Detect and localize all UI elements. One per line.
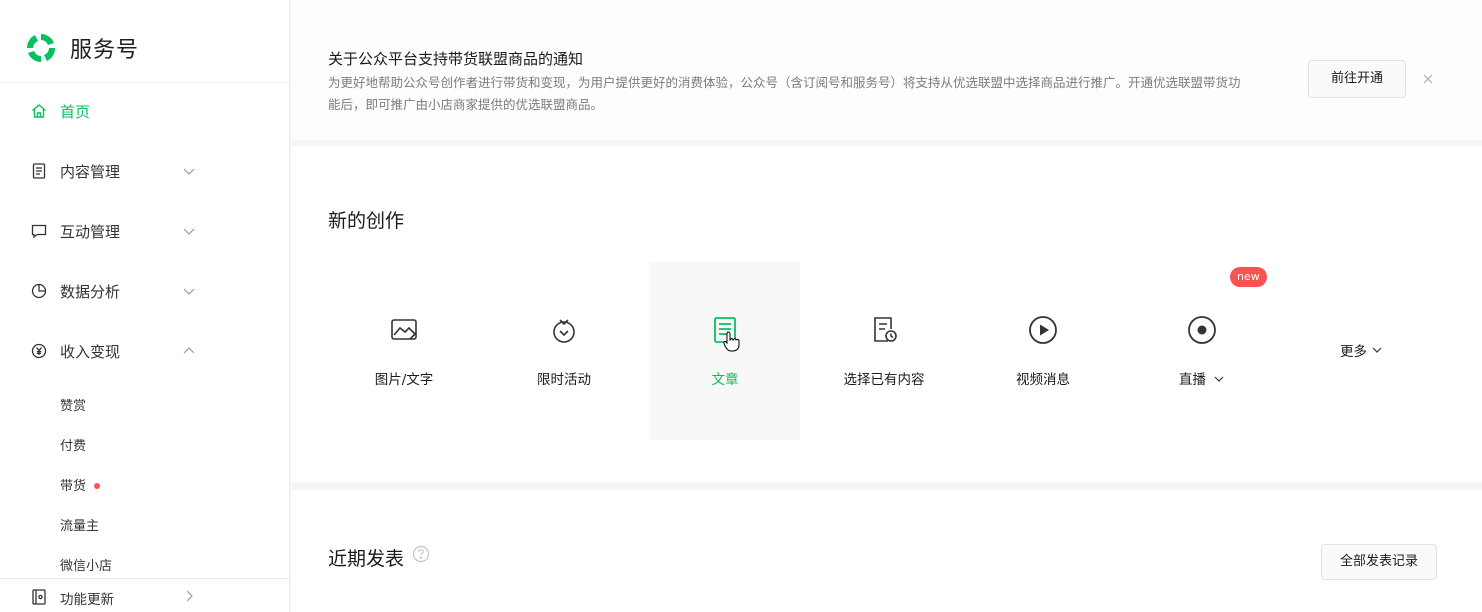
nav-item-home[interactable]: 首页 — [0, 89, 289, 133]
nav-item-content[interactable]: 内容管理 — [0, 149, 289, 193]
hand-pointer-cursor-icon — [723, 331, 740, 352]
chevron-down-icon — [183, 168, 195, 175]
recent-posts-panel: 近期发表 全部发表记录 — [291, 490, 1482, 612]
image-text-icon — [391, 319, 417, 340]
chevron-right-icon — [186, 590, 193, 602]
brand-logo-icon — [26, 34, 56, 62]
tool-label: 选择已有内容 — [843, 372, 925, 388]
chevron-down-icon — [1372, 347, 1382, 353]
divider — [0, 82, 289, 83]
tool-existing-content[interactable]: 选择已有内容 — [809, 262, 959, 440]
new-creation-panel: 新的创作 图片/文字 限时活动 文章 选择已有内容 视频消息 直播 new 更多 — [291, 146, 1482, 482]
brand-name: 服务号 — [70, 38, 140, 63]
tool-limited-activity[interactable]: 限时活动 — [489, 262, 639, 440]
chevron-down-icon — [183, 228, 195, 235]
tool-label-with-dropdown: 直播 — [1127, 368, 1277, 388]
nav-label: 内容管理 — [60, 162, 121, 181]
tool-image-text[interactable]: 图片/文字 — [329, 262, 479, 440]
live-icon — [1188, 316, 1216, 344]
tool-article[interactable]: 文章 — [650, 262, 800, 440]
chevron-down-icon — [1214, 376, 1224, 382]
new-badge: new — [1230, 267, 1267, 287]
section-title: 新的创作 — [328, 210, 405, 232]
nav-label: 首页 — [60, 102, 91, 121]
notice-banner: 关于公众平台支持带货联盟商品的通知 为更好地帮助公众号创作者进行带货和变现，为用… — [291, 0, 1482, 140]
tool-label: 视频消息 — [1016, 372, 1070, 388]
feature-update-label: 功能更新 — [60, 592, 114, 608]
nav-item-monetization[interactable]: 收入变现 — [0, 329, 289, 373]
sub-item-paid[interactable]: 付费 — [60, 435, 86, 454]
video-play-icon — [1029, 316, 1057, 344]
tool-label: 图片/文字 — [374, 372, 434, 388]
brand[interactable]: 服务号 — [24, 30, 139, 66]
tool-video-message[interactable]: 视频消息 — [968, 262, 1118, 440]
nav-item-interaction[interactable]: 互动管理 — [0, 209, 289, 253]
existing-content-icon — [874, 317, 897, 342]
all-posts-button[interactable]: 全部发表记录 — [1321, 544, 1437, 580]
sub-item-sales[interactable]: 带货 — [60, 475, 101, 494]
tool-label: 直播 — [1178, 372, 1206, 388]
notification-dot — [94, 482, 101, 489]
close-icon[interactable] — [1419, 70, 1437, 88]
nav-label: 数据分析 — [60, 282, 121, 301]
tool-live[interactable]: 直播 — [1127, 262, 1277, 440]
nav-label: 收入变现 — [60, 342, 121, 361]
question-icon[interactable] — [412, 545, 430, 563]
chat-bubble-icon — [31, 224, 47, 239]
sidebar: 服务号 首页 内容管理 互动管理 数据分析 收入变现 赞赏 付费 带货 流量主 … — [0, 0, 290, 612]
yuan-icon — [31, 343, 47, 359]
document-icon — [32, 163, 46, 179]
home-icon — [32, 104, 46, 118]
sub-item-traffic-owner[interactable]: 流量主 — [60, 515, 99, 534]
sub-item-reward[interactable]: 赞赏 — [60, 395, 86, 414]
tool-label: 文章 — [711, 372, 739, 388]
notice-title: 关于公众平台支持带货联盟商品的通知 — [328, 50, 584, 68]
chevron-down-icon — [183, 288, 195, 295]
sub-item-label: 带货 — [60, 479, 87, 494]
pie-chart-icon — [31, 283, 47, 299]
notice-description: 为更好地帮助公众号创作者进行带货和变现，为用户提供更好的消费体验，公众号（含订阅… — [328, 75, 1241, 112]
section-title: 近期发表 — [328, 548, 405, 570]
nav-item-analytics[interactable]: 数据分析 — [0, 269, 289, 313]
nav-label: 互动管理 — [60, 222, 121, 241]
timer-activity-icon — [553, 319, 575, 343]
tool-label: 限时活动 — [537, 372, 591, 388]
chevron-up-icon — [183, 347, 195, 354]
sub-item-wechat-store[interactable]: 微信小店 — [60, 555, 112, 574]
update-book-icon — [32, 589, 46, 605]
go-activate-button[interactable]: 前往开通 — [1308, 60, 1406, 98]
feature-update[interactable]: 功能更新 — [0, 578, 289, 612]
more-button[interactable]: 更多 — [1340, 340, 1383, 360]
more-label: 更多 — [1340, 344, 1367, 360]
